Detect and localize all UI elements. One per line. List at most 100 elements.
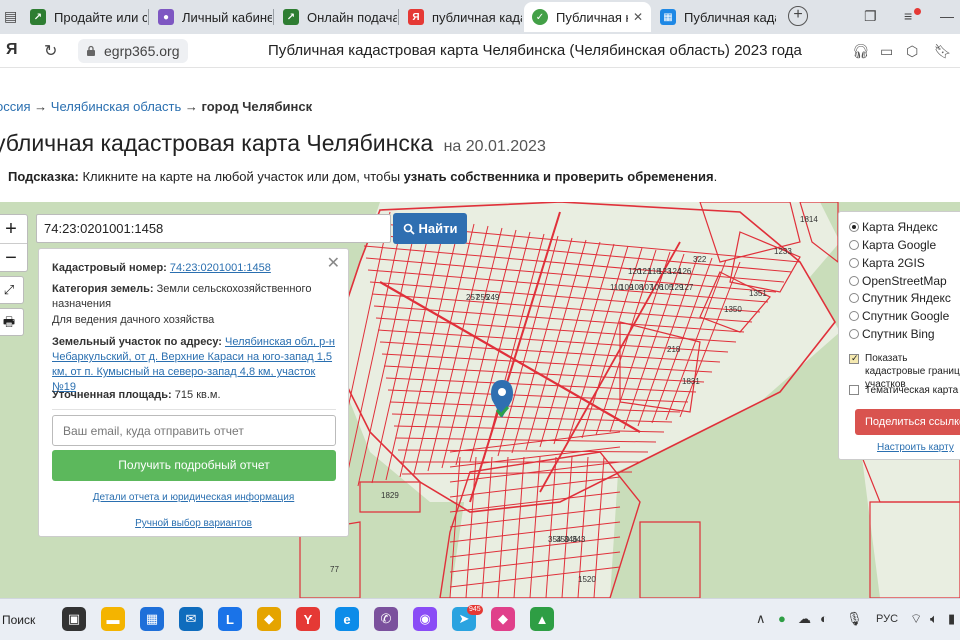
breadcrumb-russia[interactable]: оссия (0, 99, 31, 114)
layer-option-label: Спутник Bing (862, 326, 935, 341)
protect-icon[interactable]: ⬡ (906, 43, 918, 60)
cloud-icon[interactable]: ☁ (798, 611, 811, 627)
tab-label: публичная када (432, 9, 522, 25)
manual-choice-link[interactable]: Ручной выбор вариантов (39, 518, 348, 529)
browser-tab-strip: ↗ Продайте или с ● Личный кабине ↗ Онлай… (0, 0, 960, 34)
speaker-icon[interactable]: 🔈︎ (930, 611, 938, 627)
area-label: Уточненная площадь: (52, 389, 172, 401)
radio-icon (849, 310, 859, 321)
radio-icon (849, 292, 859, 303)
fullscreen-icon: ⤢ (3, 282, 15, 297)
browser-tab-2[interactable]: ● Личный кабине (150, 2, 272, 32)
battery-icon[interactable]: ▮ (948, 611, 955, 627)
parcel-label: 77 (330, 565, 339, 574)
parcel-label: 126 (678, 267, 692, 276)
headphones-icon[interactable]: 🎧︎ (852, 43, 870, 60)
notification-dot-icon (914, 8, 921, 15)
edge-icon[interactable]: e (335, 607, 359, 631)
yandex-browser-icon[interactable]: Y (296, 607, 320, 631)
breadcrumb: оссия → Челябинская область → город Челя… (0, 99, 312, 114)
layer-option-2gis[interactable]: Карта 2GIS (849, 254, 925, 271)
reload-icon[interactable]: ↻ (44, 41, 57, 61)
drive-icon[interactable]: ▲ (530, 607, 554, 631)
breadcrumb-city: город Челябинск (201, 99, 313, 114)
report-details-link[interactable]: Детали отчета и юридическая информация (39, 492, 348, 503)
page-title-date: на 20.01.2023 (443, 138, 546, 155)
search-icon (403, 223, 415, 235)
lock-icon (87, 45, 95, 56)
parcel-label: 127 (680, 283, 694, 292)
tab-list-icon[interactable]: ▤ (4, 8, 17, 25)
wifi-icon[interactable]: ⌔ (910, 611, 922, 627)
menu-icon[interactable]: ≡ (904, 8, 912, 24)
file-explorer-icon[interactable]: ▬ (101, 607, 125, 631)
configure-map-link[interactable]: Настроить карту (877, 442, 954, 453)
page-title-in-bar: Публичная кадастровая карта Челябинска (… (268, 42, 802, 59)
parcel-label: 218 (667, 345, 681, 354)
yandex-logo-icon[interactable]: Я (6, 41, 18, 59)
search-button[interactable]: Найти (393, 213, 467, 244)
store-icon[interactable]: ▦ (140, 607, 164, 631)
hint-body: Кликните на карте на любой участок или д… (82, 169, 401, 184)
print-button[interactable]: 🖶 (0, 308, 24, 336)
reader-icon[interactable]: ▭ (880, 43, 893, 60)
taskbar-search[interactable]: Поиск (0, 606, 52, 634)
layer-option-yandex-satellite[interactable]: Спутник Яндекс (849, 289, 951, 306)
telegram-badge: 945 (467, 605, 483, 615)
task-view-icon[interactable]: ▣ (62, 607, 86, 631)
alice-icon[interactable]: ◉ (413, 607, 437, 631)
thematic-map-checkbox[interactable]: Тематическая карта (849, 385, 958, 396)
land-use: Для ведения дачного хозяйства (52, 314, 215, 326)
parcel-label: 322 (693, 255, 707, 264)
tray-icon[interactable]: ◐ (820, 611, 828, 626)
get-report-button[interactable]: Получить подробный отчет (52, 450, 336, 481)
url-field[interactable]: egrp365.org (78, 39, 188, 63)
layer-option-label: Карта Google (862, 237, 937, 252)
layer-option-osm[interactable]: OpenStreetMap (849, 272, 947, 289)
parcel-label: 343 (572, 535, 586, 544)
layer-option-bing-satellite[interactable]: Спутник Bing (849, 325, 935, 342)
l-app-icon[interactable]: L (218, 607, 242, 631)
bookmark-icon[interactable]: 🔖︎ (934, 43, 952, 60)
cadastral-search-input[interactable] (36, 214, 391, 243)
breadcrumb-separator: → (184, 99, 198, 114)
browser-tab-6[interactable]: ▦ Публичная када (652, 2, 776, 32)
browser-tab-1[interactable]: ↗ Продайте или с (22, 2, 147, 32)
layer-option-google-satellite[interactable]: Спутник Google (849, 307, 949, 324)
browser-tab-active[interactable]: ✓ Публичная када ✕ (524, 2, 651, 32)
parcel-label: 1814 (800, 215, 818, 224)
minimize-icon[interactable]: — (940, 8, 954, 24)
search-button-label: Найти (418, 221, 458, 236)
browser-tab-4[interactable]: Я публичная када (400, 2, 522, 32)
map-layer-panel: Карта Яндекс Карта Google Карта 2GIS Ope… (838, 211, 960, 460)
zoom-out-button[interactable]: − (0, 243, 27, 271)
layer-option-label: Спутник Яндекс (862, 290, 951, 305)
fullscreen-button[interactable]: ⤢ (0, 276, 24, 304)
language-indicator[interactable]: РУС (876, 613, 898, 625)
browser-tab-3[interactable]: ↗ Онлайн подача (275, 2, 397, 32)
tray-chevron-icon[interactable]: ∧ (756, 611, 766, 627)
layer-option-label: OpenStreetMap (862, 273, 947, 288)
layer-option-google-map[interactable]: Карта Google (849, 236, 936, 253)
breadcrumb-region[interactable]: Челябинская область (51, 99, 181, 114)
cadastral-number-label: Кадастровый номер: (52, 262, 167, 274)
viber-icon[interactable]: ✆ (374, 607, 398, 631)
address-label: Земельный участок по адресу: (52, 336, 222, 348)
new-tab-button[interactable]: + (788, 6, 808, 26)
app-yellow-icon[interactable]: ◆ (257, 607, 281, 631)
email-field[interactable] (52, 415, 336, 446)
zoom-in-button[interactable]: + (0, 215, 27, 243)
tab-favicon-icon: ↗ (283, 9, 299, 25)
tray-app-icon[interactable]: ● (778, 611, 786, 626)
gem-app-icon[interactable]: ◆ (491, 607, 515, 631)
microphone-icon[interactable]: 🎙︎ (846, 611, 863, 627)
parcel-label: 1520 (578, 575, 596, 584)
mail-icon[interactable]: ✉ (179, 607, 203, 631)
close-tab-icon[interactable]: ✕ (629, 10, 643, 24)
parcel-label: 1829 (381, 491, 399, 500)
cadastral-number-link[interactable]: 74:23:0201001:1458 (170, 262, 271, 274)
collections-icon[interactable]: ❐ (864, 8, 877, 25)
share-link-button[interactable]: Поделиться ссылкой (855, 409, 960, 435)
layer-option-yandex-map[interactable]: Карта Яндекс (849, 218, 938, 235)
tab-label: Публичная када (684, 9, 776, 25)
